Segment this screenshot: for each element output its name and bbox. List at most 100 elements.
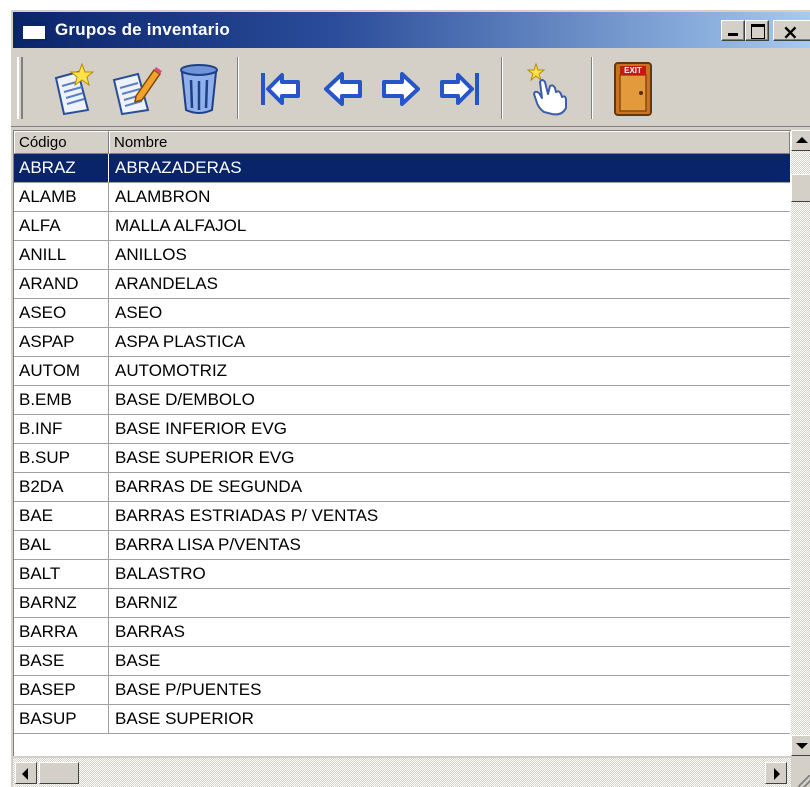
codigo-cell: ALAMB [14,183,109,211]
pointing-hand-icon [526,62,567,116]
codigo-cell: B.EMB [14,386,109,414]
next-record-button[interactable] [373,59,429,119]
nombre-cell: ASEO [115,303,163,322]
first-record-button[interactable] [253,59,309,119]
left-arrow-icon [324,72,362,106]
maximize-button[interactable] [745,20,769,41]
codigo-cell: B2DA [14,473,109,501]
table-row[interactable]: ABRAZ ABRAZADERAS [14,154,790,183]
exit-button[interactable]: EXIT [605,59,661,119]
codigo-cell: BARRA [14,618,109,646]
close-icon: × [782,20,799,44]
vertical-scrollbar[interactable] [791,130,810,756]
previous-record-button[interactable] [315,59,371,119]
nombre-cell: ALAMBRON [115,187,211,206]
inventory-groups-grid[interactable]: Código Nombre ABRAZ ABRAZADERAS ALAMB ALAMB… [13,130,791,756]
scroll-up-button[interactable] [791,130,810,151]
table-row[interactable]: B.SUP BASE SUPERIOR EVG [14,444,790,473]
grid-rows: ABRAZ ABRAZADERAS ALAMB ALAMBRON ALFA MALLA A… [14,154,790,734]
horizontal-scrollbar[interactable] [13,758,791,787]
codigo-cell: ASEO [14,299,109,327]
nombre-cell: ARANDELAS [115,274,218,293]
table-row[interactable]: BALT BALASTRO [14,560,790,589]
toolbar-separator [237,57,239,119]
select-button[interactable] [519,59,575,119]
codigo-cell: BAE [14,502,109,530]
up-arrow-icon [796,137,808,143]
last-arrow-icon [440,73,479,105]
table-row[interactable]: ARAND ARANDELAS [14,270,790,299]
exit-door-icon: EXIT [614,62,652,116]
nombre-cell: BARRAS DE SEGUNDA [115,477,303,496]
minimize-button[interactable] [721,20,745,41]
table-row[interactable]: ANILL ANILLOS [14,241,790,270]
nombre-cell: BARRAS [115,622,185,641]
codigo-cell: ALFA [14,212,109,240]
close-button[interactable]: × [773,20,810,44]
last-record-button[interactable] [431,59,487,119]
first-arrow-icon [261,73,300,105]
nombre-cell: BASE [115,651,161,670]
nombre-cell: BARNIZ [115,593,178,612]
table-row[interactable]: BASUP BASE SUPERIOR [14,705,790,734]
nombre-cell: BASE INFERIOR EVG [115,419,287,438]
table-row[interactable]: BARRA BARRAS [14,618,790,647]
grupos-inventario-window: Grupos de inventario × EXIT Código Nombr… [10,9,810,787]
codigo-cell: ARAND [14,270,109,298]
codigo-cell: B.SUP [14,444,109,472]
table-row[interactable]: BASEP BASE P/PUENTES [14,676,790,705]
codigo-cell: ANILL [14,241,109,269]
table-row[interactable]: ASPAP ASPA PLASTICA [14,328,790,357]
trash-can-icon [180,64,218,114]
codigo-cell: ABRAZ [14,154,109,182]
table-row[interactable]: AUTOM AUTOMOTRIZ [14,357,790,386]
nombre-cell: BASE SUPERIOR EVG [115,448,295,467]
table-row[interactable]: B2DA BARRAS DE SEGUNDA [14,473,790,502]
codigo-cell: BASE [14,647,109,675]
nombre-cell: AUTOMOTRIZ [115,361,228,380]
table-row[interactable]: B.EMB BASE D/EMBOLO [14,386,790,415]
delete-record-button[interactable] [171,59,227,119]
table-row[interactable]: BASE BASE [14,647,790,676]
column-header-nombre[interactable]: Nombre [109,131,790,154]
horizontal-scroll-thumb[interactable] [39,762,79,784]
table-row[interactable]: ALFA MALLA ALFAJOL [14,212,790,241]
scroll-down-button[interactable] [791,735,810,756]
nombre-cell: BASE SUPERIOR [115,709,254,728]
nombre-cell: ANILLOS [115,245,187,264]
new-document-icon [54,62,95,116]
left-arrow-small-icon [22,768,28,780]
codigo-cell: B.INF [14,415,109,443]
exit-label: EXIT [624,66,642,75]
nombre-cell: BALASTRO [115,564,206,583]
table-row[interactable]: BAE BARRAS ESTRIADAS P/ VENTAS [14,502,790,531]
table-row[interactable]: BARNZ BARNIZ [14,589,790,618]
nombre-cell: BARRAS ESTRIADAS P/ VENTAS [115,506,379,525]
toolbar-grip[interactable] [17,57,23,119]
codigo-cell: BAL [14,531,109,559]
toolbar: EXIT [11,49,810,127]
nombre-cell: ASPA PLASTICA [115,332,246,351]
nombre-cell: MALLA ALFAJOL [115,216,247,235]
nombre-cell: BASE P/PUENTES [115,680,262,699]
new-record-button[interactable] [45,59,101,119]
window-icon [21,21,47,41]
right-arrow-icon [382,72,420,106]
codigo-cell: BARNZ [14,589,109,617]
table-row[interactable]: BAL BARRA LISA P/VENTAS [14,531,790,560]
grid-header: Código Nombre [14,131,790,154]
size-grip[interactable] [793,760,810,787]
table-row[interactable]: ASEO ASEO [14,299,790,328]
codigo-cell: ASPAP [14,328,109,356]
table-row[interactable]: ALAMB ALAMBRON [14,183,790,212]
vertical-scroll-thumb[interactable] [791,174,810,202]
nombre-cell: BASE D/EMBOLO [115,390,255,409]
scroll-right-button[interactable] [765,762,787,784]
toolbar-separator [591,57,593,119]
title-bar[interactable]: Grupos de inventario × [13,12,810,48]
column-header-codigo[interactable]: Código [14,131,109,154]
scroll-left-button[interactable] [15,762,37,784]
edit-record-button[interactable] [107,59,163,119]
table-row[interactable]: B.INF BASE INFERIOR EVG [14,415,790,444]
nombre-cell: BARRA LISA P/VENTAS [115,535,301,554]
